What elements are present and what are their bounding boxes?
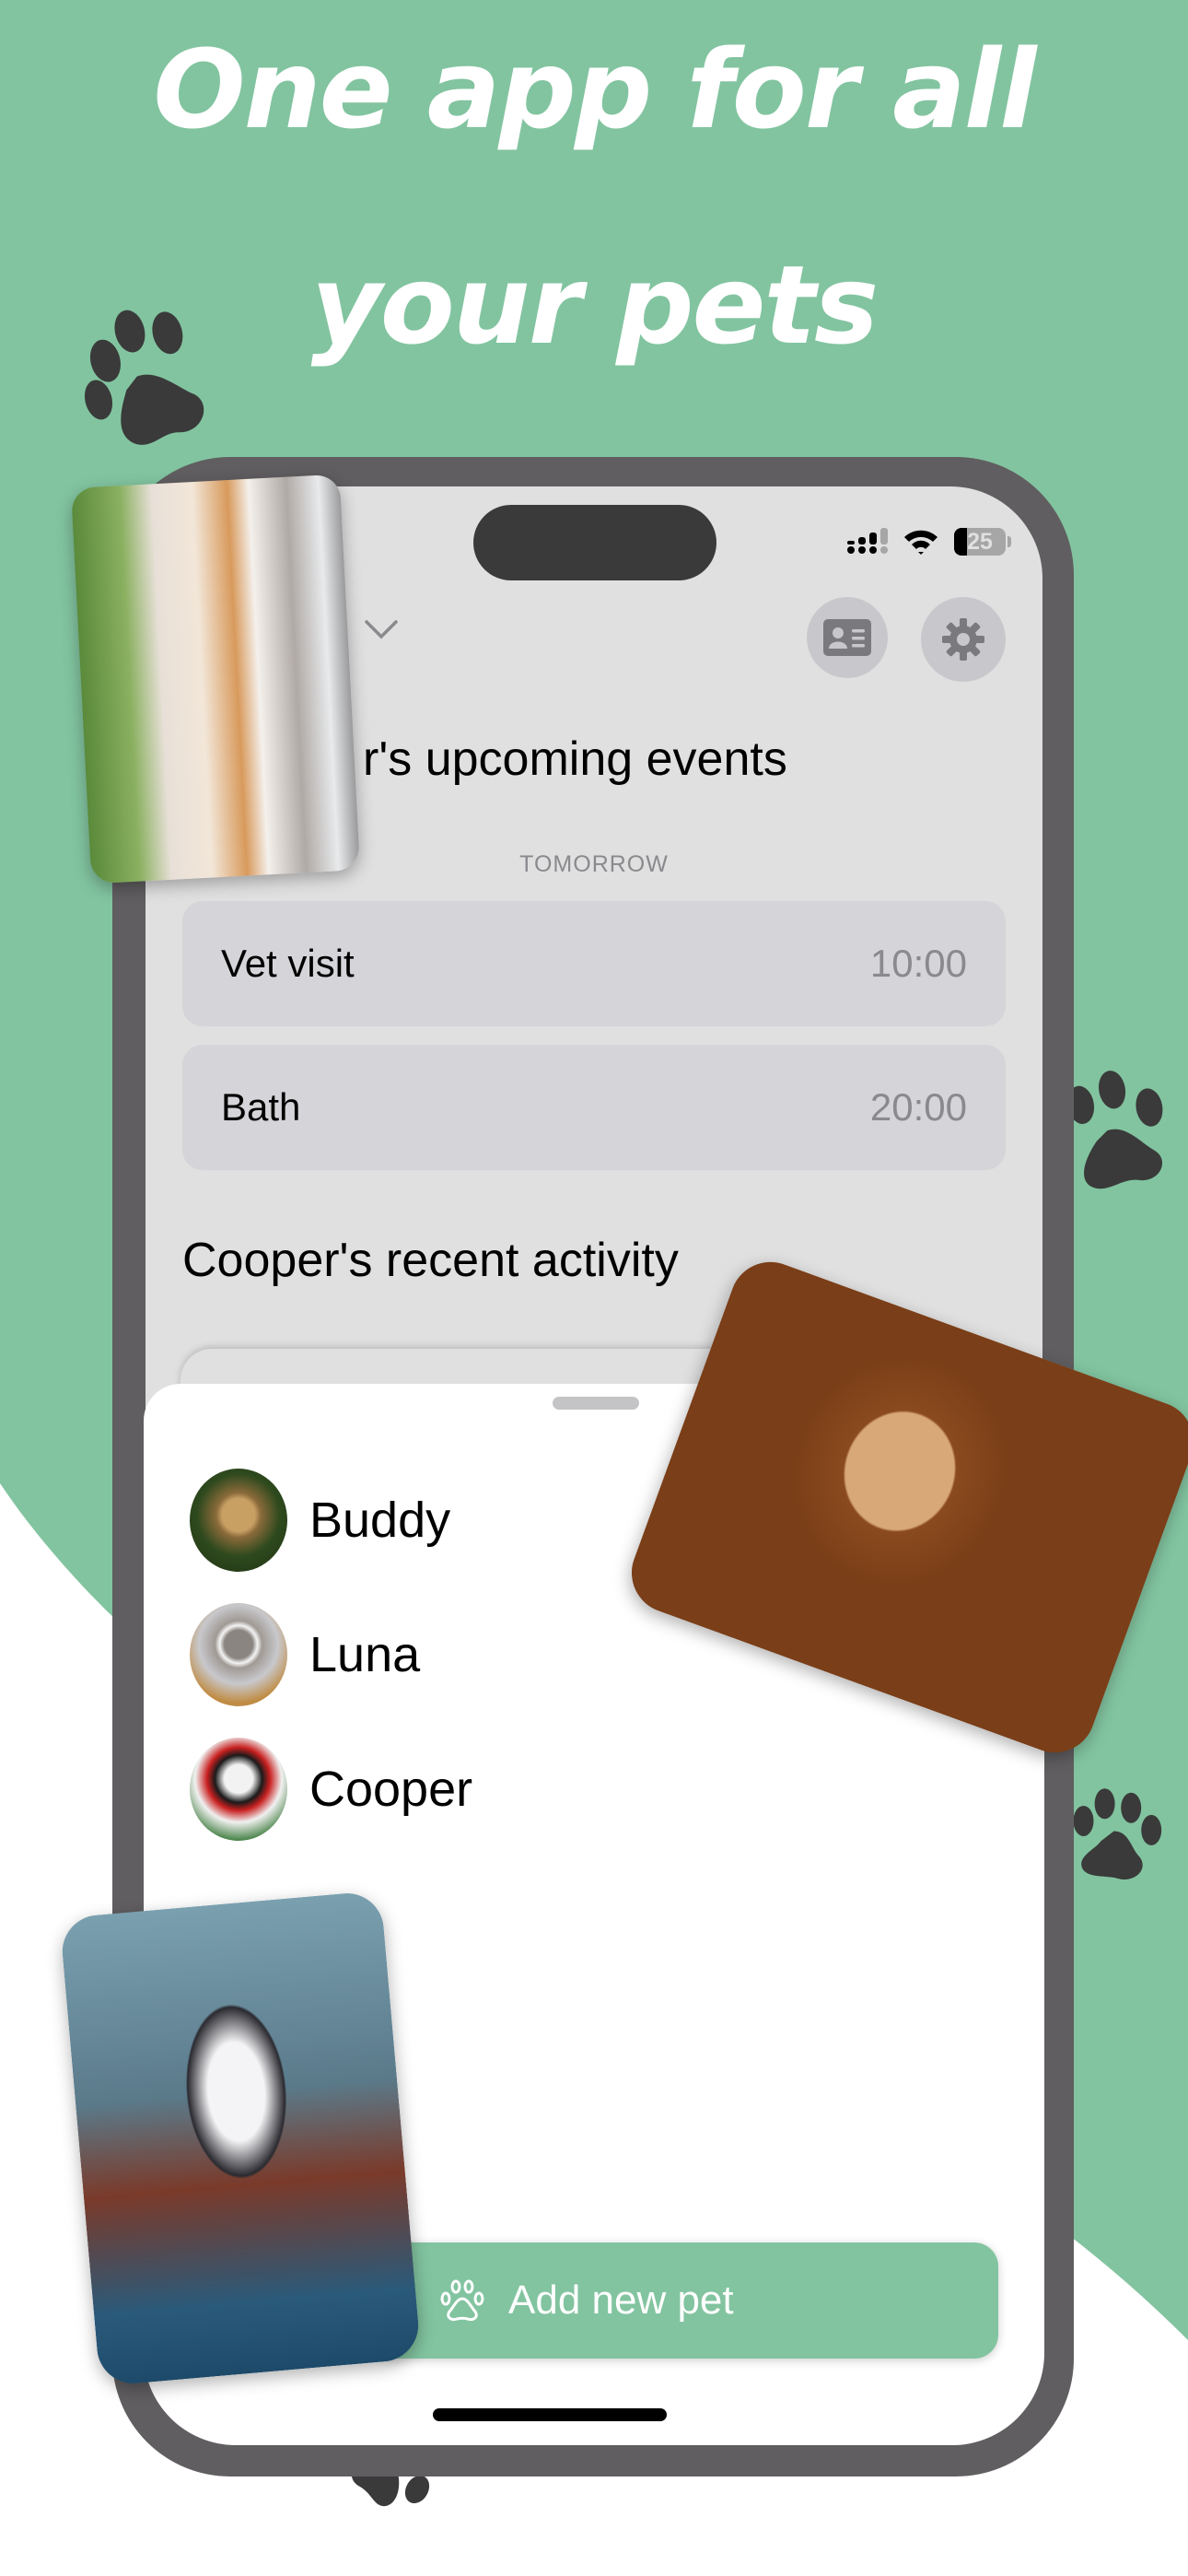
- pet-avatar: [190, 1603, 287, 1706]
- battery-level: 25: [967, 528, 993, 555]
- event-title: Bath: [221, 1085, 301, 1129]
- home-indicator: [433, 2408, 667, 2421]
- husky-in-snow-photo: [59, 1890, 422, 2387]
- battery-fill: [954, 528, 967, 556]
- dynamic-island: [473, 505, 716, 580]
- settings-button[interactable]: [921, 597, 1006, 682]
- headline-line-2: your pets: [310, 241, 879, 369]
- battery-tip: [1007, 536, 1011, 547]
- battery-indicator: 25: [954, 528, 1006, 556]
- gear-icon: [942, 618, 984, 661]
- chevron-down-icon: [365, 620, 398, 639]
- pet-name: Cooper: [309, 1762, 473, 1817]
- pet-list-item[interactable]: Luna: [190, 1603, 420, 1706]
- wifi-icon: [904, 530, 938, 555]
- pet-avatar: [190, 1738, 287, 1841]
- cellular-signal-icon: [847, 528, 888, 554]
- event-row[interactable]: Bath 20:00: [182, 1045, 1006, 1170]
- orange-kitten-photo: [70, 474, 361, 884]
- pet-list-item[interactable]: Cooper: [190, 1738, 472, 1841]
- event-title: Vet visit: [221, 942, 355, 985]
- pet-name: Buddy: [309, 1493, 451, 1548]
- pet-avatar: [190, 1469, 287, 1572]
- add-new-pet-label: Add new pet: [508, 2277, 734, 2323]
- paw-outline-icon: [440, 2279, 484, 2321]
- paw-print-icon: [1073, 1788, 1162, 1879]
- status-bar: 25: [847, 523, 1011, 560]
- upcoming-events-title: r's upcoming events: [363, 732, 787, 786]
- recent-activity-title: Cooper's recent activity: [182, 1234, 679, 1287]
- sheet-grabber[interactable]: [553, 1397, 639, 1410]
- event-time: 20:00: [869, 1085, 967, 1129]
- id-card-icon: [823, 619, 871, 656]
- pet-name: Luna: [309, 1627, 421, 1682]
- headline-line-1: One app for all: [153, 26, 1036, 153]
- event-time: 10:00: [869, 942, 967, 985]
- event-row[interactable]: Vet visit 10:00: [182, 901, 1006, 1026]
- pet-list-item[interactable]: Buddy: [190, 1469, 450, 1572]
- add-new-pet-button[interactable]: Add new pet: [368, 2242, 998, 2359]
- pet-profile-button[interactable]: [807, 597, 888, 678]
